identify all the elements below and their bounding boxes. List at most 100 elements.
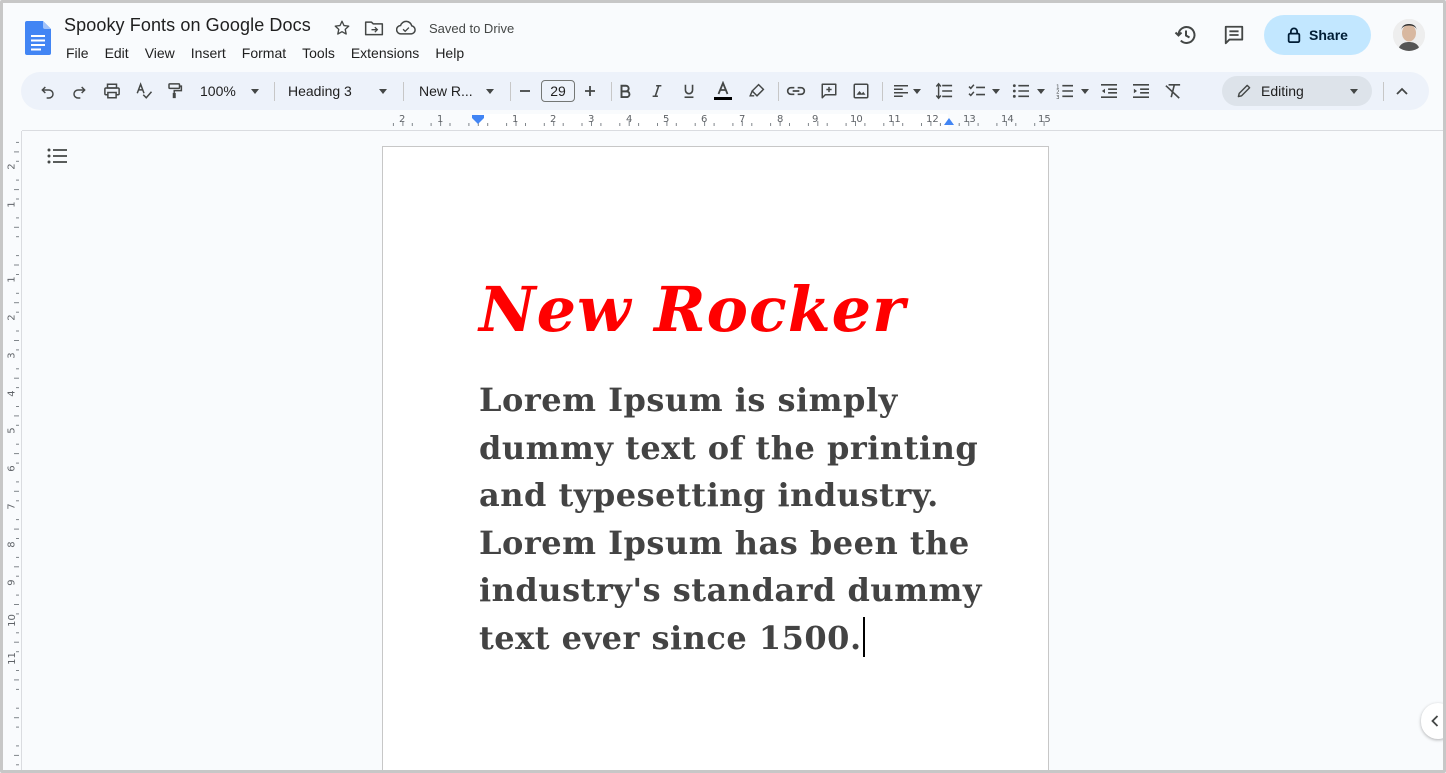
document-outline-icon[interactable]: [45, 146, 69, 166]
share-label: Share: [1309, 27, 1348, 43]
menu-format[interactable]: Format: [234, 43, 294, 63]
editing-dropdown-icon: [1350, 89, 1358, 94]
body-line: Lorem Ipsum has been the: [479, 523, 970, 562]
comments-icon[interactable]: [1214, 15, 1254, 55]
vertical-ruler[interactable]: 2 1 1 2 3 4 5 6 7 8 9 10 11: [6, 131, 22, 770]
zoom-dropdown-icon[interactable]: [248, 72, 262, 110]
paint-format-icon[interactable]: [161, 72, 189, 110]
docs-logo-icon[interactable]: [25, 21, 51, 55]
menu-tools[interactable]: Tools: [294, 43, 343, 63]
spellcheck-icon[interactable]: [130, 72, 158, 110]
move-folder-icon[interactable]: [363, 17, 385, 39]
text-color-icon[interactable]: [709, 72, 737, 110]
highlight-color-icon[interactable]: [743, 72, 771, 110]
editing-mode-select[interactable]: Editing: [1222, 76, 1372, 106]
cloud-saved-icon[interactable]: [395, 17, 417, 39]
side-panel-toggle[interactable]: [1421, 703, 1443, 739]
underline-icon[interactable]: [675, 72, 703, 110]
document-title[interactable]: Spooky Fonts on Google Docs: [64, 15, 311, 36]
pencil-icon: [1237, 84, 1251, 98]
body-line: dummy text of the printing: [479, 428, 979, 467]
print-icon[interactable]: [98, 72, 126, 110]
version-history-icon[interactable]: [1166, 15, 1206, 55]
numbered-list-dropdown-icon[interactable]: [1079, 72, 1091, 110]
bulleted-list-dropdown-icon[interactable]: [1035, 72, 1047, 110]
checklist-icon[interactable]: [963, 72, 991, 110]
redo-icon[interactable]: [65, 72, 93, 110]
ruler-label: 7: [6, 503, 18, 510]
account-avatar[interactable]: [1393, 19, 1425, 51]
font-size-field[interactable]: 29: [541, 72, 575, 110]
ruler-label: 9: [6, 579, 18, 586]
clear-formatting-icon[interactable]: [1159, 72, 1187, 110]
paragraph-style-select[interactable]: Heading 3: [288, 72, 388, 110]
decrease-indent-icon[interactable]: [1095, 72, 1123, 110]
italic-icon[interactable]: [643, 72, 671, 110]
ruler-label: 2: [550, 114, 557, 125]
text-cursor: [862, 616, 865, 657]
hide-menus-chevron-up-icon[interactable]: [1388, 72, 1416, 110]
ruler-label: 9: [812, 114, 819, 125]
vertical-ruler-ticks: [14, 141, 19, 766]
ruler-label: 1: [437, 114, 444, 125]
share-button[interactable]: Share: [1264, 15, 1371, 55]
menu-insert[interactable]: Insert: [183, 43, 234, 63]
ruler-label: 4: [6, 390, 18, 397]
editing-mode-label: Editing: [1261, 83, 1304, 99]
ruler-label: 2: [6, 314, 18, 321]
body-line-last: text ever since 1500.: [479, 615, 949, 663]
ruler-label: 15: [1038, 114, 1051, 125]
horizontal-ruler[interactable]: 2 1 1 2 3 4 5 6 7 8 9 10 11 12 13 14 15: [382, 114, 1051, 130]
checklist-dropdown-icon[interactable]: [990, 72, 1002, 110]
ruler-label: 2: [399, 114, 406, 125]
title-bar: Spooky Fonts on Google Docs Saved to Dri…: [3, 3, 1443, 69]
lock-icon: [1287, 27, 1301, 43]
ruler-label: 5: [663, 114, 670, 125]
document-page[interactable]: New Rocker Lorem Ipsum is simply dummy t…: [382, 146, 1049, 770]
ruler-label: 3: [588, 114, 595, 125]
formatting-toolbar: 100% Heading 3 New R... 29 1 2 3 Editing: [21, 72, 1429, 110]
bulleted-list-icon[interactable]: [1007, 72, 1035, 110]
bold-icon[interactable]: [611, 72, 639, 110]
undo-icon[interactable]: [34, 72, 62, 110]
paragraph-style-value: Heading 3: [288, 83, 352, 99]
increase-font-size-icon[interactable]: [576, 72, 604, 110]
menu-extensions[interactable]: Extensions: [343, 43, 427, 63]
body-line: Lorem Ipsum is simply: [479, 381, 898, 419]
body-paragraph[interactable]: Lorem Ipsum is simply dummy text of the …: [479, 377, 982, 663]
ruler-label: 13: [963, 114, 976, 125]
ruler-label: 3: [6, 352, 18, 359]
line-spacing-icon[interactable]: [930, 72, 958, 110]
font-family-value: New R...: [419, 83, 473, 99]
font-family-dropdown-icon[interactable]: [483, 72, 497, 110]
star-icon[interactable]: [331, 17, 353, 39]
add-comment-icon[interactable]: [815, 72, 843, 110]
font-size-value[interactable]: 29: [541, 80, 575, 102]
numbered-list-icon[interactable]: 123: [1051, 72, 1079, 110]
ruler-label: 1: [512, 114, 519, 125]
align-dropdown-icon[interactable]: [911, 72, 923, 110]
ruler-label: 4: [626, 114, 633, 125]
font-family-select[interactable]: New R...: [419, 72, 489, 110]
menu-edit[interactable]: Edit: [97, 43, 137, 63]
zoom-value: 100%: [200, 83, 236, 99]
menu-view[interactable]: View: [137, 43, 183, 63]
menu-help[interactable]: Help: [427, 43, 472, 63]
ruler-label: 5: [6, 427, 18, 434]
ruler-label: 2: [6, 163, 18, 170]
heading-text[interactable]: New Rocker: [479, 273, 906, 346]
body-line: industry's standard dummy: [479, 571, 982, 609]
increase-indent-icon[interactable]: [1127, 72, 1155, 110]
horizontal-ruler-ticks: [392, 114, 1045, 130]
menu-file[interactable]: File: [58, 43, 97, 63]
insert-image-icon[interactable]: [847, 72, 875, 110]
insert-link-icon[interactable]: [782, 72, 810, 110]
paragraph-style-dropdown-icon[interactable]: [376, 72, 390, 110]
ruler-label: 6: [6, 465, 18, 472]
decrease-font-size-icon[interactable]: [511, 72, 539, 110]
ruler-label: 1: [6, 276, 18, 283]
body-line: text ever since 1500.: [479, 618, 862, 657]
saved-status: Saved to Drive: [429, 20, 515, 36]
ruler-label: 11: [888, 114, 901, 125]
body-line: and typesetting industry.: [479, 476, 939, 514]
